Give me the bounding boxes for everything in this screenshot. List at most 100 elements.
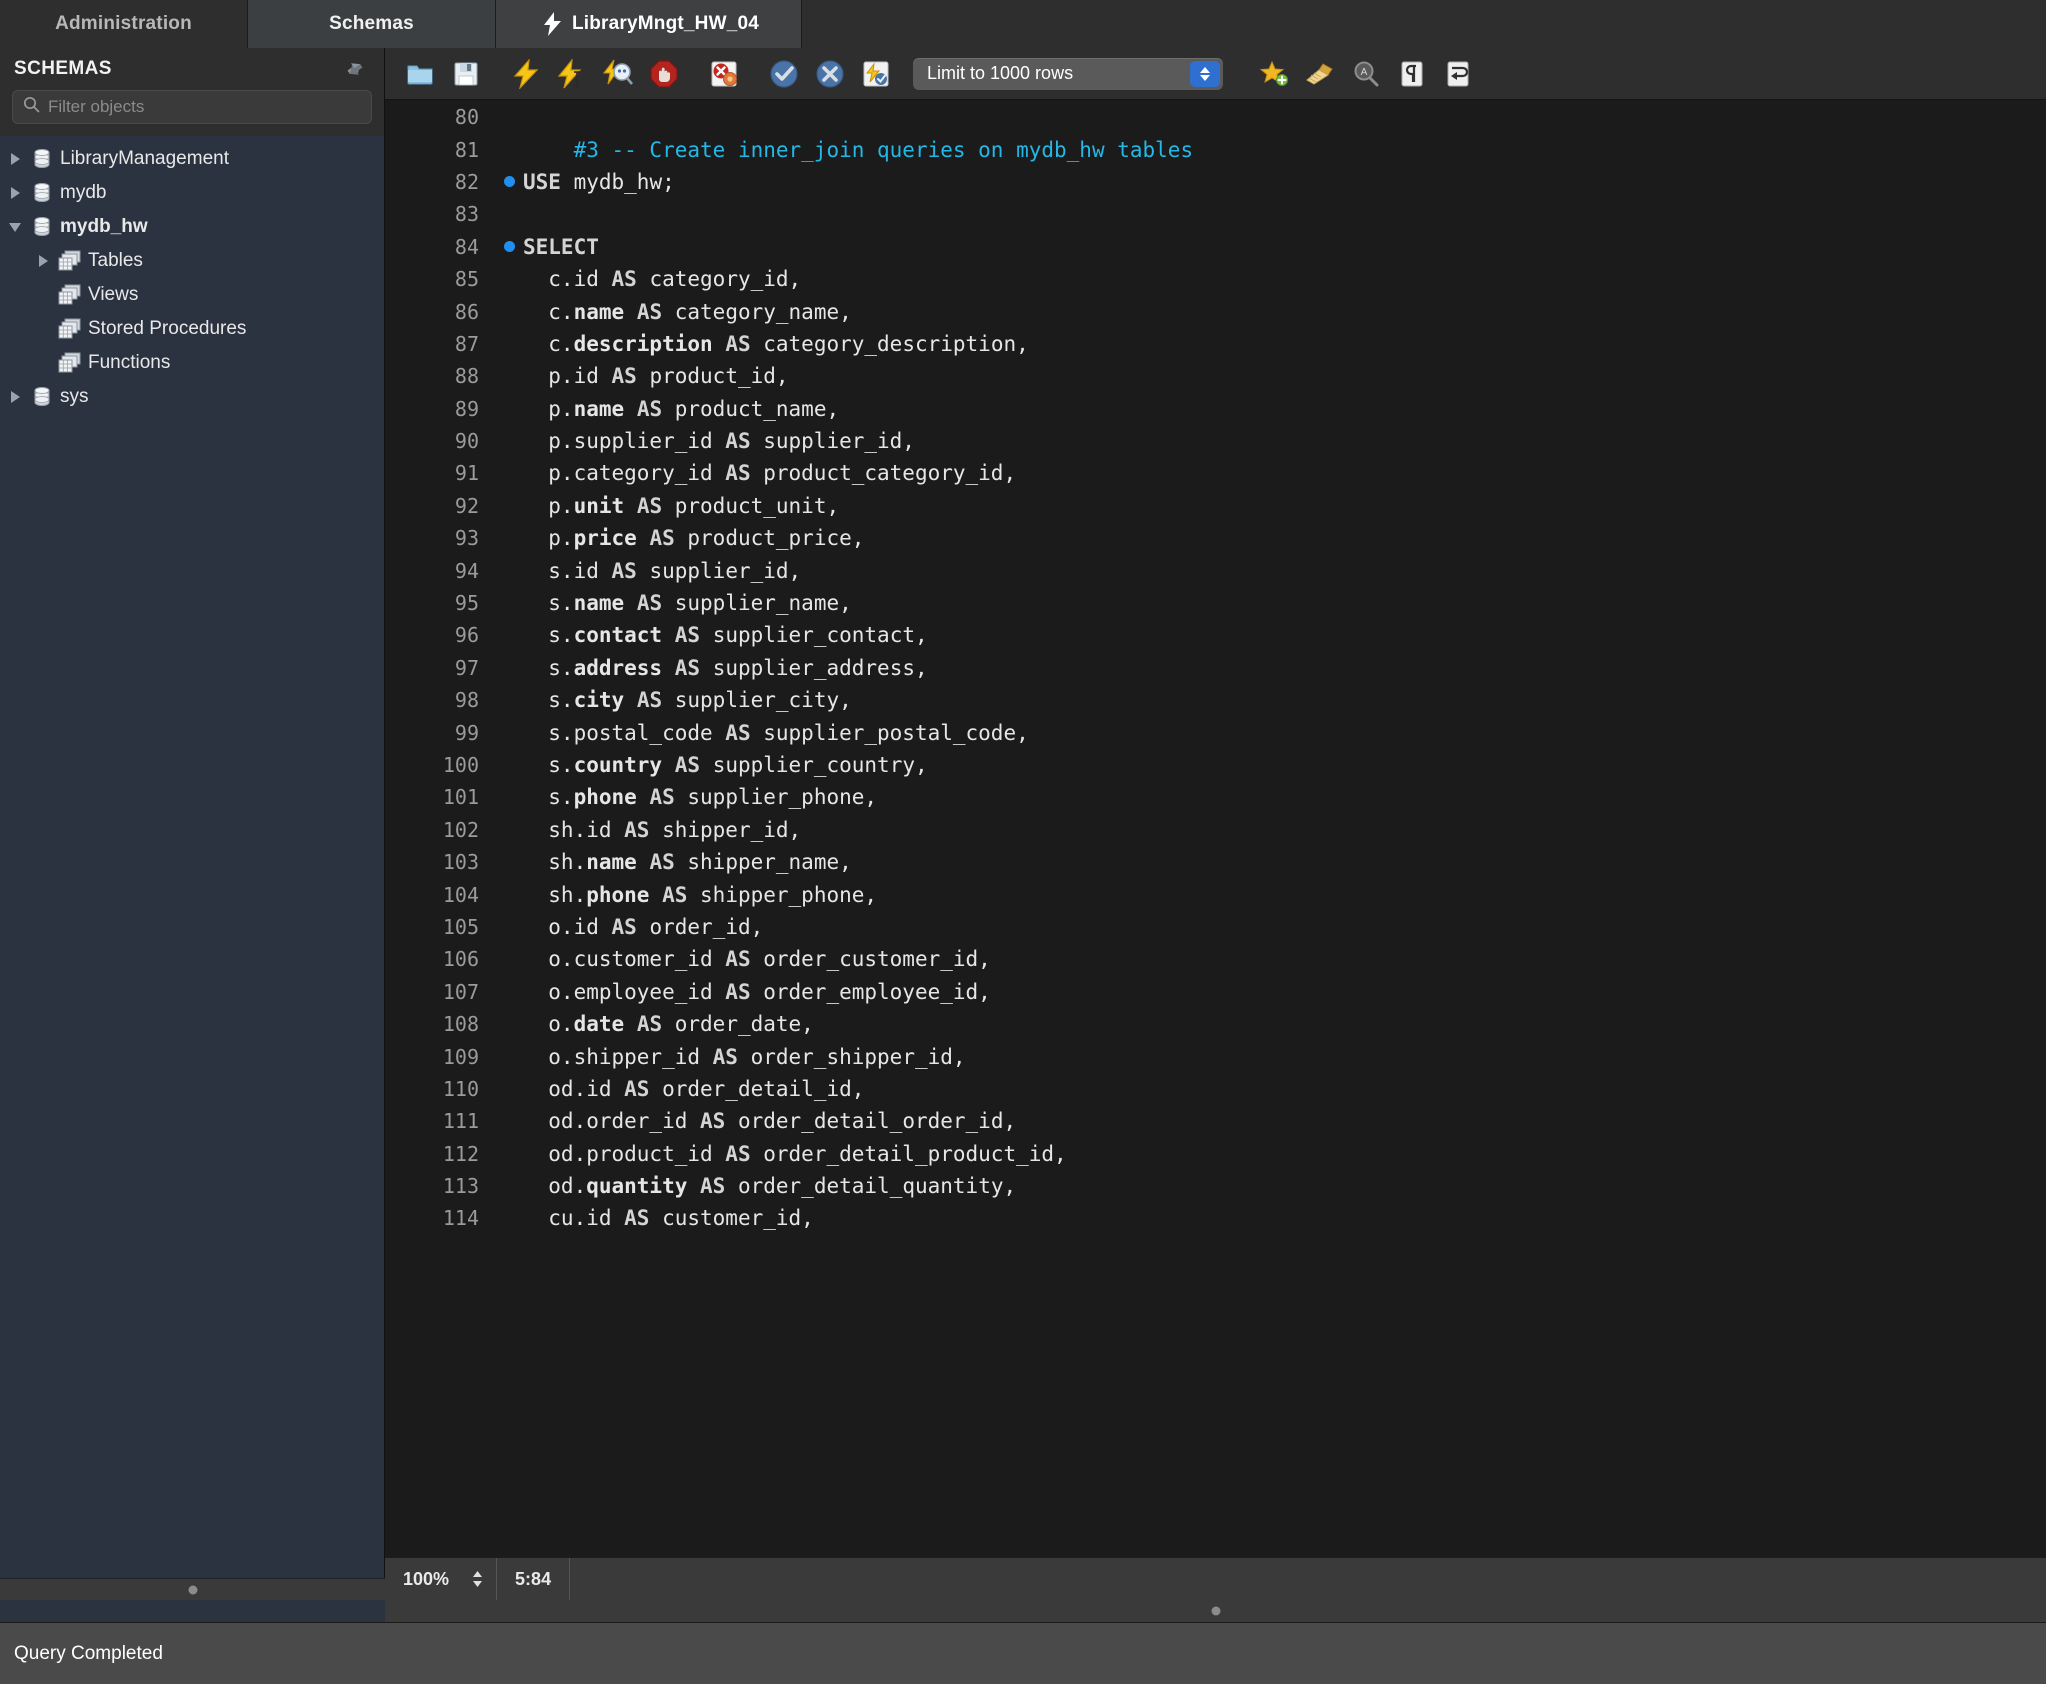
open-sql-file-button[interactable] bbox=[397, 53, 443, 95]
code-line[interactable]: 97 s.address AS supplier_address, bbox=[385, 652, 2046, 684]
code-line[interactable]: 89 p.name AS product_name, bbox=[385, 393, 2046, 425]
code-line[interactable]: 80 bbox=[385, 101, 2046, 133]
search-input[interactable]: Filter objects bbox=[12, 90, 372, 124]
chevron-right-icon[interactable] bbox=[8, 389, 24, 405]
line-number: 89 bbox=[385, 397, 495, 421]
code-line[interactable]: 95 s.name AS supplier_name, bbox=[385, 587, 2046, 619]
code-text: s.contact AS supplier_contact, bbox=[523, 623, 928, 647]
line-number: 102 bbox=[385, 818, 495, 842]
stop-query-button[interactable] bbox=[641, 53, 687, 95]
code-line[interactable]: 83 bbox=[385, 198, 2046, 230]
row-limit-stepper-icon[interactable] bbox=[1190, 61, 1220, 87]
code-line[interactable]: 100 s.country AS supplier_country, bbox=[385, 749, 2046, 781]
schema-tree: LibraryManagement mydb mydb_hwTablesViews S… bbox=[0, 136, 384, 414]
code-line[interactable]: 90 p.supplier_id AS supplier_id, bbox=[385, 425, 2046, 457]
code-line[interactable]: 96 s.contact AS supplier_contact, bbox=[385, 619, 2046, 651]
sidebar-item-stored-procedures[interactable]: Stored Procedures bbox=[0, 312, 384, 346]
tab-sql-editor[interactable]: LibraryMngt_HW_04 bbox=[496, 0, 802, 48]
save-sql-file-button[interactable] bbox=[443, 53, 489, 95]
sql-editor-toolbar: Limit to 1000 rows bbox=[385, 48, 2046, 100]
code-line[interactable]: 91 p.category_id AS product_category_id, bbox=[385, 457, 2046, 489]
code-line[interactable]: 114 cu.id AS customer_id, bbox=[385, 1202, 2046, 1234]
sidebar-item-functions[interactable]: Functions bbox=[0, 346, 384, 380]
chevron-right-icon[interactable] bbox=[36, 253, 52, 269]
tab-administration[interactable]: Administration bbox=[0, 0, 248, 48]
code-text: s.name AS supplier_name, bbox=[523, 591, 852, 615]
editor-splitter-handle[interactable] bbox=[1211, 1607, 1220, 1616]
code-line[interactable]: 107 o.employee_id AS order_employee_id, bbox=[385, 976, 2046, 1008]
explain-query-button[interactable] bbox=[595, 53, 641, 95]
chevron-right-icon[interactable] bbox=[8, 151, 24, 167]
code-line[interactable]: 102 sh.id AS shipper_id, bbox=[385, 814, 2046, 846]
line-number: 87 bbox=[385, 332, 495, 356]
chevron-right-icon[interactable] bbox=[8, 185, 24, 201]
code-line[interactable]: 87 c.description AS category_description… bbox=[385, 328, 2046, 360]
autocommit-toggle-button[interactable] bbox=[853, 53, 899, 95]
sidebar-item-mydb-hw[interactable]: mydb_hw bbox=[0, 210, 384, 244]
sidebar-splitter[interactable] bbox=[0, 1578, 385, 1600]
code-line[interactable]: 98 s.city AS supplier_city, bbox=[385, 684, 2046, 716]
zoom-stepper[interactable] bbox=[459, 1558, 497, 1601]
sidebar-item-label: Stored Procedures bbox=[88, 318, 246, 340]
code-line[interactable]: 113 od.quantity AS order_detail_quantity… bbox=[385, 1170, 2046, 1202]
code-line[interactable]: 84SELECT bbox=[385, 231, 2046, 263]
code-text: od.order_id AS order_detail_order_id, bbox=[523, 1109, 1016, 1133]
code-line[interactable]: 103 sh.name AS shipper_name, bbox=[385, 846, 2046, 878]
sidebar-item-librarymanagement[interactable]: LibraryManagement bbox=[0, 142, 384, 176]
rollback-button[interactable] bbox=[807, 53, 853, 95]
line-number: 107 bbox=[385, 980, 495, 1004]
beautify-query-button[interactable] bbox=[1297, 53, 1343, 95]
sidebar-item-tables[interactable]: Tables bbox=[0, 244, 384, 278]
code-line[interactable]: 99 s.postal_code AS supplier_postal_code… bbox=[385, 716, 2046, 748]
code-line[interactable]: 104 sh.phone AS shipper_phone, bbox=[385, 878, 2046, 910]
refresh-icon[interactable] bbox=[344, 58, 366, 80]
tab-schemas[interactable]: Schemas bbox=[248, 0, 496, 48]
sidebar-item-sys[interactable]: sys bbox=[0, 380, 384, 414]
line-number: 98 bbox=[385, 688, 495, 712]
code-line[interactable]: 101 s.phone AS supplier_phone, bbox=[385, 781, 2046, 813]
wrap-lines-button[interactable] bbox=[1435, 53, 1481, 95]
row-limit-select[interactable]: Limit to 1000 rows bbox=[913, 58, 1223, 90]
code-line[interactable]: 88 p.id AS product_id, bbox=[385, 360, 2046, 392]
line-number: 112 bbox=[385, 1142, 495, 1166]
toggle-stop-on-error-button[interactable] bbox=[701, 53, 747, 95]
line-number: 81 bbox=[385, 138, 495, 162]
code-line[interactable]: 106 o.customer_id AS order_customer_id, bbox=[385, 943, 2046, 975]
sidebar-splitter-handle[interactable] bbox=[188, 1585, 197, 1594]
code-line[interactable]: 94 s.id AS supplier_id, bbox=[385, 554, 2046, 586]
toggle-snippets-button[interactable] bbox=[1251, 53, 1297, 95]
code-line[interactable]: 110 od.id AS order_detail_id, bbox=[385, 1073, 2046, 1105]
tab-bar-filler bbox=[802, 0, 2046, 48]
sidebar-item-views[interactable]: Views bbox=[0, 278, 384, 312]
code-text: o.date AS order_date, bbox=[523, 1012, 814, 1036]
code-line[interactable]: 105 o.id AS order_id, bbox=[385, 911, 2046, 943]
search-input-placeholder: Filter objects bbox=[48, 97, 144, 117]
code-line[interactable]: 85 c.id AS category_id, bbox=[385, 263, 2046, 295]
statement-marker[interactable] bbox=[495, 241, 523, 252]
code-line[interactable]: 93 p.price AS product_price, bbox=[385, 522, 2046, 554]
sidebar-item-label: mydb bbox=[60, 182, 106, 204]
code-text: o.shipper_id AS order_shipper_id, bbox=[523, 1045, 966, 1069]
chevron-down-icon[interactable] bbox=[8, 219, 24, 235]
execute-all-button[interactable] bbox=[503, 53, 549, 95]
code-text: p.name AS product_name, bbox=[523, 397, 839, 421]
code-line[interactable]: 81 #3 -- Create inner_join queries on my… bbox=[385, 133, 2046, 165]
code-line[interactable]: 112 od.product_id AS order_detail_produc… bbox=[385, 1138, 2046, 1170]
code-line[interactable]: 86 c.name AS category_name, bbox=[385, 295, 2046, 327]
execute-current-statement-button[interactable] bbox=[549, 53, 595, 95]
code-line[interactable]: 92 p.unit AS product_unit, bbox=[385, 490, 2046, 522]
toggle-invisible-chars-button[interactable] bbox=[1389, 53, 1435, 95]
commit-button[interactable] bbox=[761, 53, 807, 95]
code-line[interactable]: 82USE mydb_hw; bbox=[385, 166, 2046, 198]
statement-marker[interactable] bbox=[495, 176, 523, 187]
editor-splitter[interactable] bbox=[385, 1600, 2046, 1622]
find-button[interactable]: A bbox=[1343, 53, 1389, 95]
code-line[interactable]: 109 o.shipper_id AS order_shipper_id, bbox=[385, 1040, 2046, 1072]
sidebar-item-mydb[interactable]: mydb bbox=[0, 176, 384, 210]
code-line[interactable]: 108 o.date AS order_date, bbox=[385, 1008, 2046, 1040]
line-number: 99 bbox=[385, 721, 495, 745]
code-text: c.description AS category_description, bbox=[523, 332, 1029, 356]
code-line[interactable]: 111 od.order_id AS order_detail_order_id… bbox=[385, 1105, 2046, 1137]
main-tab-bar: Administration Schemas LibraryMngt_HW_04 bbox=[0, 0, 2046, 48]
sql-code-area[interactable]: 8081 #3 -- Create inner_join queries on … bbox=[385, 101, 2046, 1535]
